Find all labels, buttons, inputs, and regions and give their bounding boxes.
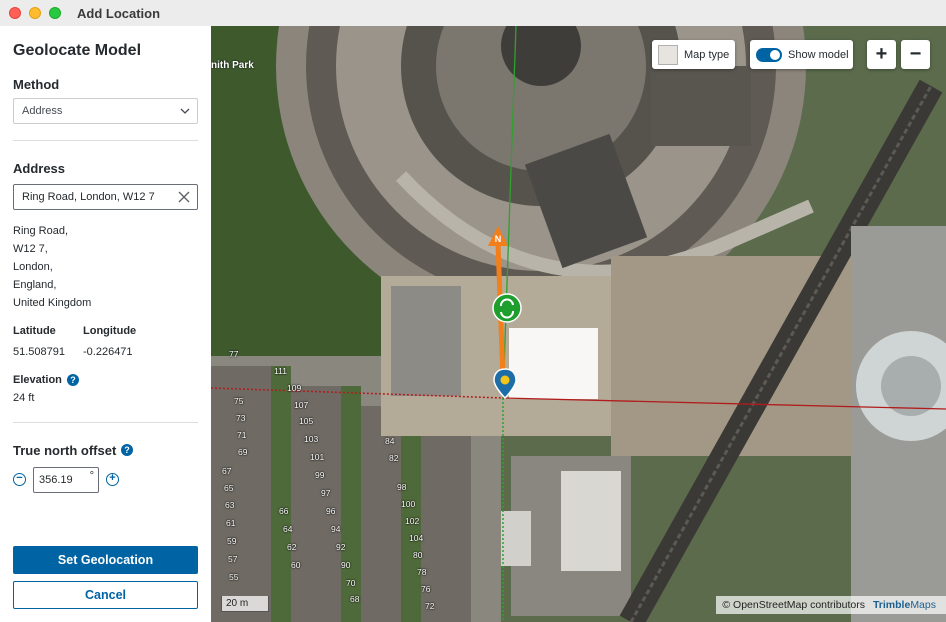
divider [13,422,198,423]
house-number: 84 [385,436,395,446]
house-number: 107 [294,400,309,410]
house-number: 65 [224,483,234,493]
address-result-line: United Kingdom [13,297,92,309]
house-number: 63 [225,500,235,510]
address-label: Address [13,161,66,176]
zoom-out-button[interactable]: − [901,40,930,69]
house-number: 109 [287,383,302,393]
svg-text:N: N [495,234,502,244]
house-number: 98 [397,482,407,492]
satellite-imagery: N [211,26,946,622]
house-number: 99 [315,470,325,480]
attribution-text[interactable]: © OpenStreetMap contributors [722,599,865,611]
house-number: 82 [389,453,399,463]
house-number: 69 [238,447,248,457]
zoom-in-button[interactable]: + [867,40,896,69]
house-number: 111 [274,366,287,376]
house-number: 55 [229,572,239,582]
close-window-button[interactable] [9,7,21,19]
house-number: 90 [341,560,351,570]
elevation-value: 24 ft [13,392,35,404]
house-number: 104 [409,533,424,543]
increment-button[interactable]: + [106,473,119,486]
address-result-line: Ring Road, [13,225,69,237]
brand-suffix: Maps [910,599,936,611]
latitude-value: 51.508791 [13,346,65,358]
house-number: 64 [283,524,293,534]
scale-bar: 20 m [221,596,269,612]
true-north-value: 356.19 [39,474,73,486]
clear-icon[interactable] [177,190,191,204]
house-number: 105 [299,416,314,426]
address-result-line: W12 7, [13,243,48,255]
add-location-window: Add Location Geolocate Model Method Addr… [0,0,946,622]
info-icon[interactable]: ? [121,444,133,456]
set-geolocation-button[interactable]: Set Geolocation [13,546,198,574]
elevation-label: Elevation [13,374,62,386]
map-type-button[interactable]: Map type [652,40,735,69]
window-controls [9,7,61,19]
house-number: 75 [234,396,244,406]
park-label: nith Park [211,60,254,71]
map-type-thumbnail-icon [658,44,678,65]
method-selected-value: Address [22,105,63,117]
house-number: 60 [291,560,301,570]
maximize-window-button[interactable] [49,7,61,19]
house-number: 73 [236,413,246,423]
degree-unit: ° [89,470,94,482]
show-model-label: Show model [788,48,849,61]
house-number: 100 [401,499,416,509]
info-icon[interactable]: ? [67,374,79,386]
geolocate-panel: Geolocate Model Method Address Address R… [0,26,211,622]
address-result-line: London, [13,261,53,273]
house-number: 76 [421,584,431,594]
house-number: 96 [326,506,336,516]
house-number: 92 [336,542,346,552]
house-number: 67 [222,466,232,476]
house-number: 62 [287,542,297,552]
true-north-input[interactable]: 356.19 ° [33,467,99,493]
house-number: 61 [226,518,236,528]
brand-name: Trimble [872,599,911,611]
house-number: 80 [413,550,423,560]
house-number: 70 [346,578,356,588]
house-number: 72 [425,601,435,611]
window-title: Add Location [77,5,161,21]
panel-title: Geolocate Model [13,42,142,59]
decrement-button[interactable]: − [13,473,26,486]
title-bar: Add Location [0,0,946,26]
cancel-button[interactable]: Cancel [13,581,198,609]
show-model-toggle[interactable]: Show model [750,40,853,69]
house-number: 71 [237,430,247,440]
method-select[interactable]: Address [13,98,198,124]
address-result-line: England, [13,279,57,291]
latitude-label: Latitude [13,325,56,337]
minimize-window-button[interactable] [29,7,41,19]
map-type-label: Map type [684,48,730,61]
house-number: 77 [229,349,239,359]
toggle-switch-icon[interactable] [756,47,782,62]
address-input-value: Ring Road, London, W12 7 [22,191,155,203]
house-number: 57 [228,554,238,564]
address-input[interactable]: Ring Road, London, W12 7 [13,184,198,210]
house-number: 68 [350,594,360,604]
house-number: 97 [321,488,331,498]
map-view[interactable]: N nith Park 77 111 109 75 107 73 71 105 … [211,26,946,622]
map-attribution: © OpenStreetMap contributors TrimbleMaps [716,596,946,614]
house-number: 101 [310,452,325,462]
longitude-label: Longitude [83,325,137,337]
house-number: 94 [331,524,341,534]
divider [13,140,198,141]
true-north-label: True north offset [13,443,117,458]
longitude-value: -0.226471 [83,346,133,358]
house-number: 78 [417,567,427,577]
chevron-down-icon [180,108,190,114]
house-number: 102 [405,516,420,526]
house-number: 103 [304,434,319,444]
house-number: 66 [279,506,289,516]
house-number: 59 [227,536,237,546]
trimble-maps-logo: TrimbleMaps [873,599,936,611]
method-label: Method [13,77,60,92]
